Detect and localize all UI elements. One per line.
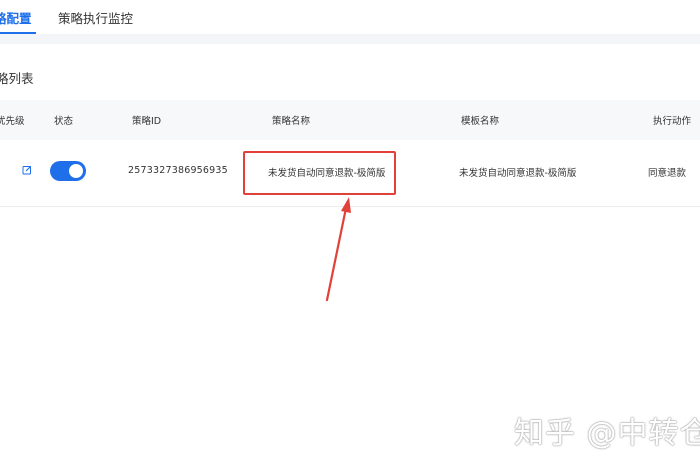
- watermark: 知乎 @中转仓: [514, 416, 700, 451]
- column-header-priority: 优先级: [0, 116, 25, 127]
- page: 略配置 策略执行监控 略列表 优先级 状态 策略ID 策略名称 模板名称 执行动…: [0, 0, 700, 470]
- status-toggle[interactable]: [50, 161, 86, 181]
- cell-strategy-id: 2573327386956935: [128, 165, 228, 176]
- tab-strategy-config[interactable]: 略配置: [0, 8, 32, 27]
- tab-strategy-monitor[interactable]: 策略执行监控: [58, 8, 133, 27]
- column-header-template-name: 模板名称: [461, 116, 500, 127]
- toggle-knob: [69, 164, 83, 178]
- cell-template-name: 未发货自动同意退款-极简版: [459, 168, 577, 179]
- cell-action: 同意退款: [648, 168, 687, 179]
- table-header: 优先级 状态 策略ID 策略名称 模板名称 执行动作: [0, 100, 700, 140]
- edit-icon[interactable]: [22, 165, 32, 175]
- tab-bar: 略配置 策略执行监控: [0, 0, 700, 34]
- column-header-strategy-id: 策略ID: [132, 116, 162, 127]
- header-divider: [0, 34, 700, 44]
- highlight-box: [243, 151, 396, 195]
- column-header-strategy-name: 策略名称: [272, 116, 311, 127]
- column-header-status: 状态: [54, 116, 74, 127]
- column-header-action: 执行动作: [653, 116, 692, 127]
- section-title: 略列表: [0, 71, 34, 86]
- arrow-up-annotation: [325, 197, 351, 302]
